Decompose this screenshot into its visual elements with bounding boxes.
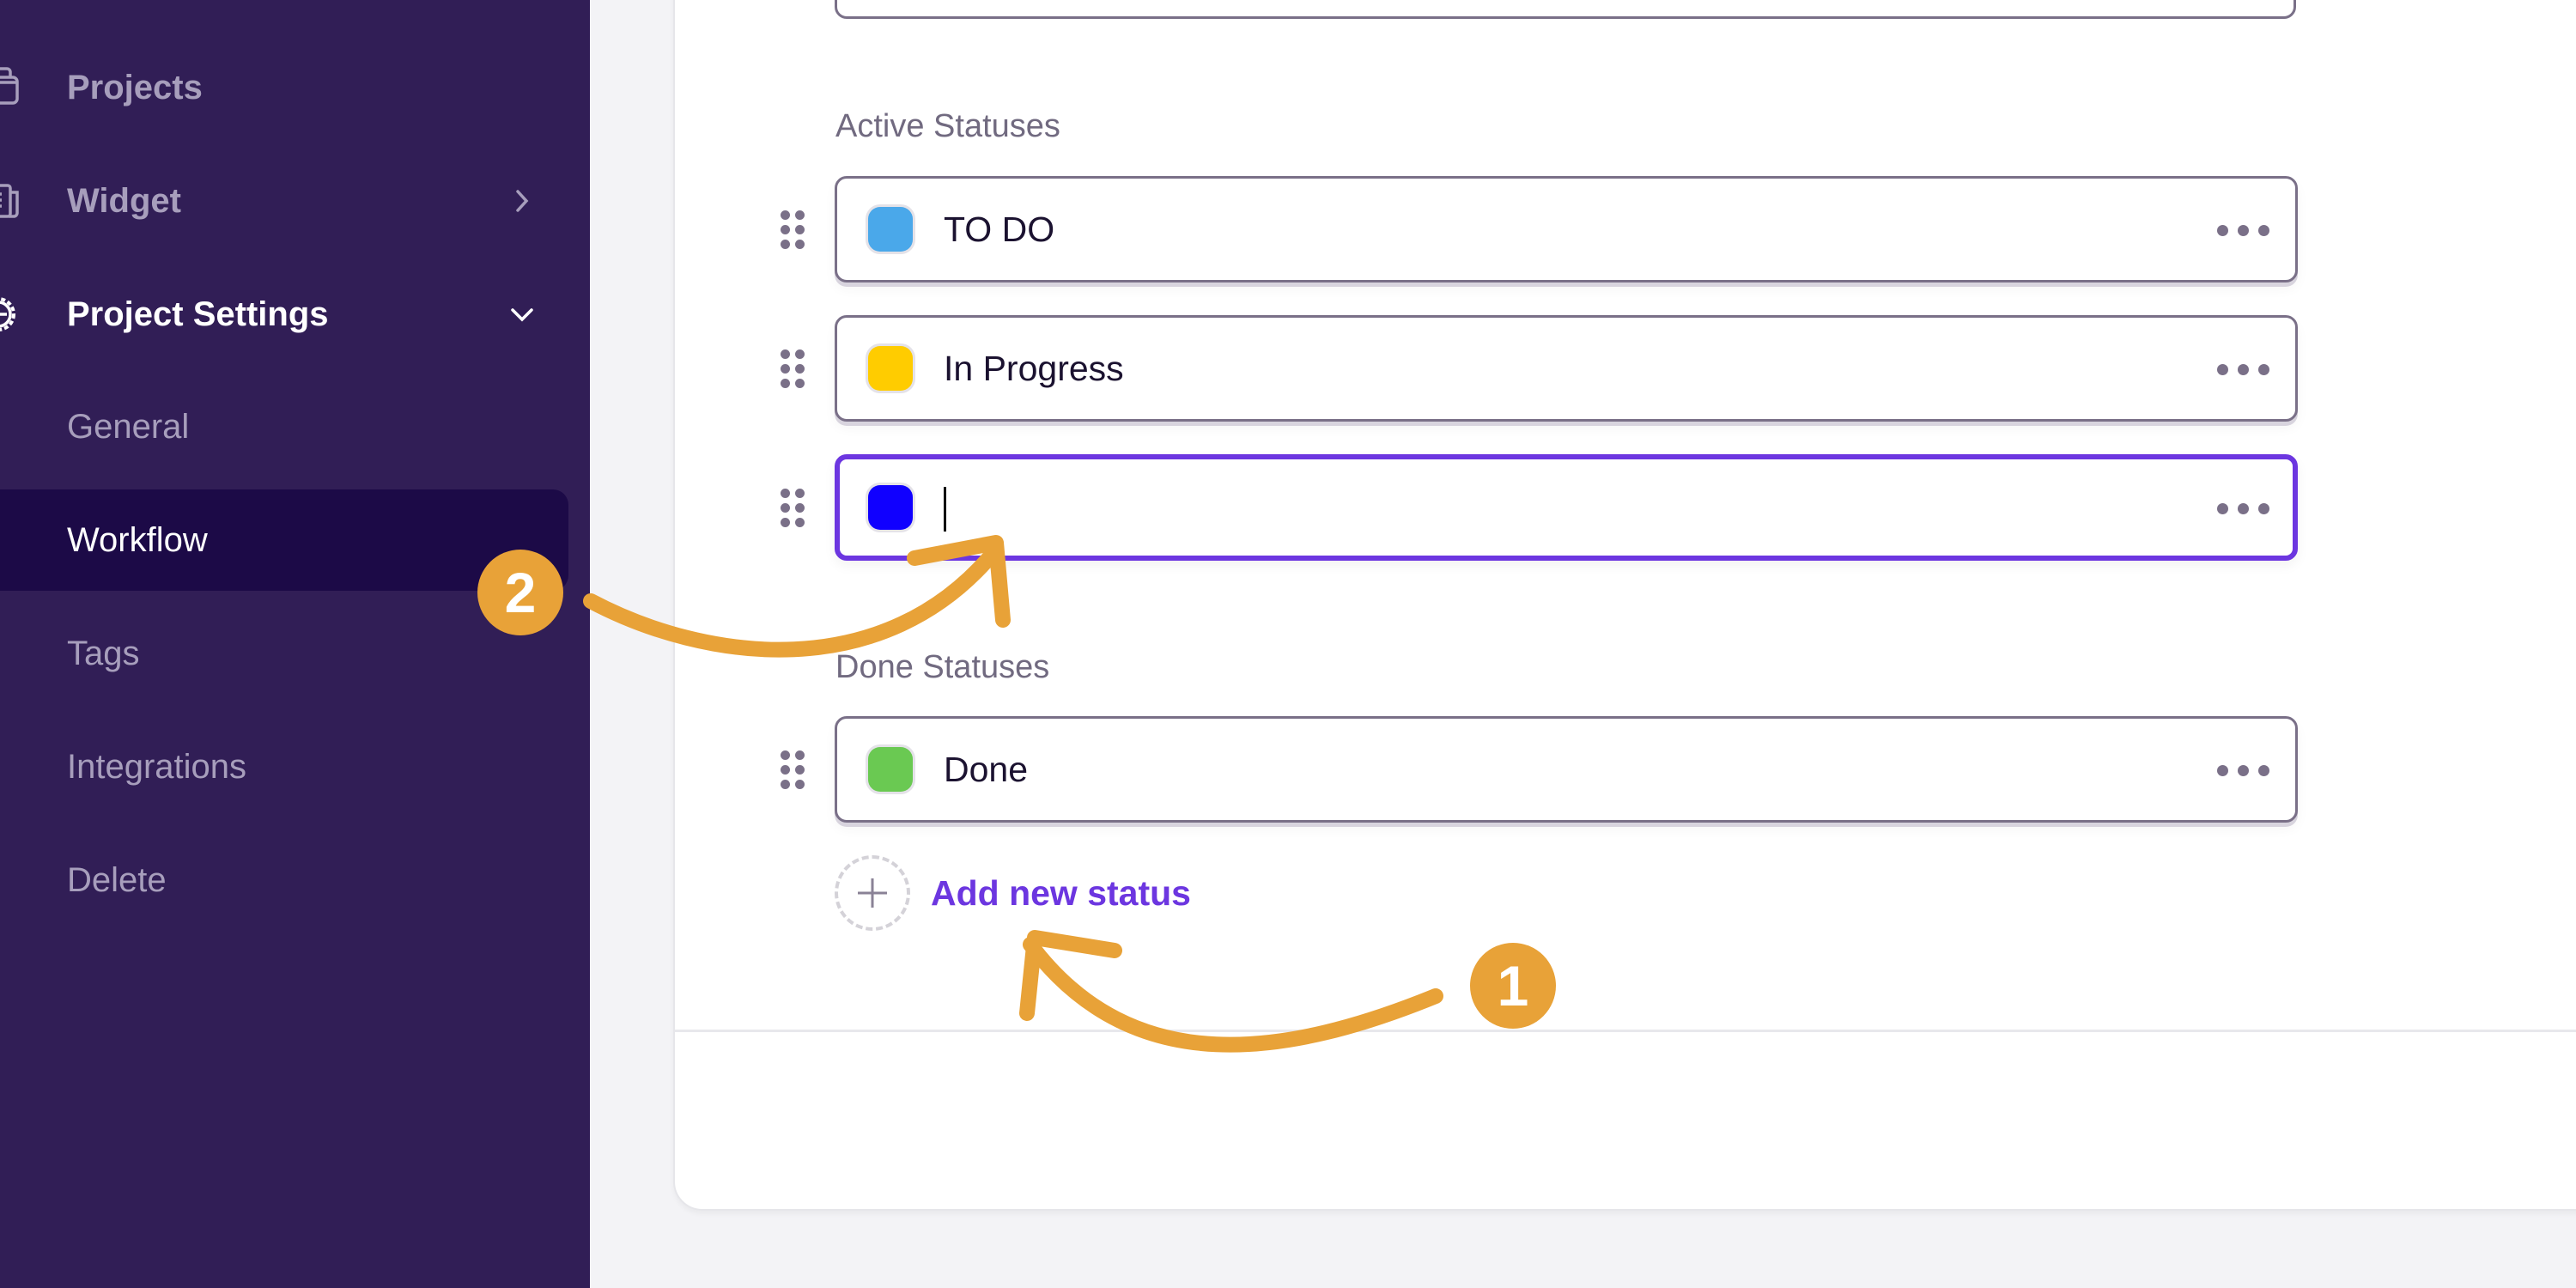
status-color-swatch[interactable] xyxy=(868,207,913,252)
sidebar-subitem-tags[interactable]: Tags xyxy=(0,603,568,704)
sidebar-subitem-label: Integrations xyxy=(67,747,247,786)
drag-handle-icon[interactable] xyxy=(781,750,805,789)
status-row-in-progress[interactable]: In Progress xyxy=(835,315,2298,422)
status-color-swatch[interactable] xyxy=(868,747,913,792)
more-options-icon[interactable] xyxy=(2217,364,2269,375)
sidebar-subitem-label: Tags xyxy=(67,634,140,672)
sidebar-subitem-delete[interactable]: Delete xyxy=(0,829,568,931)
status-row-new[interactable] xyxy=(835,454,2298,561)
more-options-icon[interactable] xyxy=(2217,765,2269,776)
chevron-right-icon xyxy=(516,190,529,212)
sidebar-subitem-general[interactable]: General xyxy=(0,376,568,477)
drag-handle-icon[interactable] xyxy=(781,349,805,388)
drag-handle-icon[interactable] xyxy=(781,488,805,527)
more-options-icon[interactable] xyxy=(2217,225,2269,236)
sidebar-subitem-label: Delete xyxy=(67,860,167,899)
status-color-swatch[interactable] xyxy=(868,485,913,530)
sidebar-item-label: Projects xyxy=(67,68,203,106)
step-badge-2: 2 xyxy=(477,550,563,635)
done-statuses-heading: Done Statuses xyxy=(835,649,1050,685)
card-divider xyxy=(675,1030,2576,1032)
status-name[interactable]: TO DO xyxy=(944,210,1054,250)
sidebar-item-label: Project Settings xyxy=(67,295,329,333)
sidebar-item-label: Widget xyxy=(67,181,181,220)
sidebar-subitem-label: Workflow xyxy=(67,520,208,559)
sidebar-item-widget[interactable]: Widget xyxy=(0,150,568,252)
plus-icon xyxy=(835,855,910,931)
step-badge-1: 1 xyxy=(1470,943,1556,1029)
status-name[interactable]: In Progress xyxy=(944,349,1124,389)
more-options-icon[interactable] xyxy=(2217,503,2269,514)
previous-field[interactable] xyxy=(835,0,2296,19)
text-cursor xyxy=(944,487,946,532)
drag-handle-icon[interactable] xyxy=(781,210,805,249)
active-statuses-heading: Active Statuses xyxy=(835,108,1060,144)
gear-icon xyxy=(0,297,15,331)
add-new-status-button[interactable]: Add new status xyxy=(835,855,1191,931)
sidebar-subitem-label: General xyxy=(67,407,190,446)
status-color-swatch[interactable] xyxy=(868,346,913,391)
chevron-down-icon xyxy=(511,308,533,322)
sidebar-subitem-integrations[interactable]: Integrations xyxy=(0,716,568,817)
sidebar: Projects Widget Project Settings General… xyxy=(0,0,590,1288)
status-row-todo[interactable]: TO DO xyxy=(835,176,2298,283)
sidebar-item-project-settings[interactable]: Project Settings xyxy=(0,264,568,365)
sidebar-item-projects[interactable]: Projects xyxy=(0,37,568,138)
status-name[interactable]: Done xyxy=(944,750,1028,790)
add-new-status-label: Add new status xyxy=(931,872,1191,913)
status-row-done[interactable]: Done xyxy=(835,716,2298,823)
folder-stack-icon xyxy=(0,67,19,105)
document-widget-icon xyxy=(0,184,19,218)
